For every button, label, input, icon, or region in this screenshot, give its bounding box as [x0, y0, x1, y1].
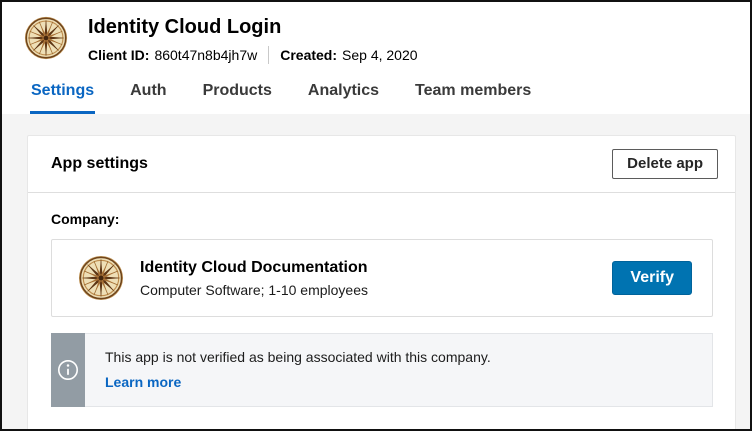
tab-analytics[interactable]: Analytics [307, 80, 380, 114]
company-name: Identity Cloud Documentation [140, 258, 368, 279]
company-logo-compass-icon [78, 255, 124, 301]
tab-auth[interactable]: Auth [129, 80, 167, 114]
company-row: Identity Cloud Documentation Computer So… [51, 239, 713, 317]
app-settings-card: App settings Delete app Company: Identit… [27, 135, 736, 431]
company-description: Computer Software; 1-10 employees [140, 282, 368, 298]
card-header: App settings Delete app [28, 136, 735, 193]
learn-more-link[interactable]: Learn more [105, 374, 181, 390]
card-body: Company: Identity Cloud Documentation Co… [28, 193, 735, 431]
banner-icon-strip [51, 333, 85, 407]
client-id-value: 860t47n8b4jh7w [154, 47, 257, 63]
client-id-label: Client ID: [88, 47, 149, 63]
meta-divider [268, 46, 269, 64]
verify-button[interactable]: Verify [612, 261, 692, 295]
info-icon [56, 358, 80, 382]
tab-bar: Settings Auth Products Analytics Team me… [30, 80, 728, 114]
tab-team-members[interactable]: Team members [414, 80, 532, 114]
tab-settings[interactable]: Settings [30, 80, 95, 114]
not-verified-banner: This app is not verified as being associ… [51, 333, 713, 407]
banner-content: This app is not verified as being associ… [85, 333, 713, 407]
app-header: Identity Cloud Login Client ID: 860t47n8… [2, 2, 750, 114]
created-value: Sep 4, 2020 [342, 47, 418, 63]
app-window: Identity Cloud Login Client ID: 860t47n8… [0, 0, 752, 431]
page-title: Identity Cloud Login [88, 15, 418, 39]
tab-products[interactable]: Products [202, 80, 273, 114]
card-title: App settings [51, 155, 148, 173]
app-logo-compass-icon [24, 16, 68, 60]
page-content: App settings Delete app Company: Identit… [2, 114, 750, 431]
delete-app-button[interactable]: Delete app [612, 149, 718, 179]
banner-message: This app is not verified as being associ… [105, 348, 692, 367]
created-label: Created: [280, 47, 337, 63]
app-meta: Client ID: 860t47n8b4jh7w Created: Sep 4… [88, 46, 418, 64]
company-section-label: Company: [51, 211, 713, 227]
